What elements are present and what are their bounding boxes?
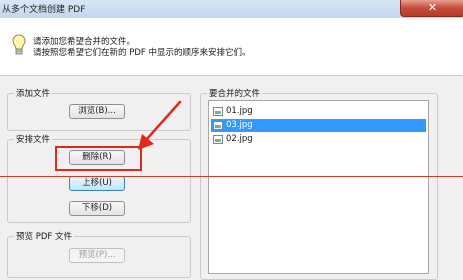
title-bar: 从多个文档创建 PDF ✕	[0, 0, 463, 19]
files-to-merge-label: 要合并的文件	[207, 87, 263, 99]
preview-label: 预览 PDF 文件	[14, 230, 74, 242]
list-item[interactable]: 01.jpg	[211, 105, 426, 118]
image-file-icon	[213, 121, 223, 130]
annotation-highlight-box	[55, 146, 142, 171]
list-item[interactable]: 02.jpg	[211, 133, 426, 146]
list-item[interactable]: 03.jpg	[211, 119, 426, 132]
image-file-icon	[213, 107, 223, 116]
add-files-label: 添加文件	[14, 87, 53, 99]
info-panel: 请添加您希望合并的文件。 请按照您希望它们在新的 PDF 中显示的顺序来安排它们…	[0, 18, 463, 76]
browse-button[interactable]: 浏览(B)...	[69, 104, 125, 119]
preview-button[interactable]: 预览(P)...	[69, 248, 125, 263]
info-text-line2: 请按照您希望它们在新的 PDF 中显示的顺序来安排它们。	[33, 48, 251, 58]
window-title: 从多个文档创建 PDF	[2, 5, 86, 15]
file-name: 03.jpg	[226, 120, 253, 130]
annotation-line	[0, 176, 463, 177]
annotation-arrow	[138, 100, 182, 150]
move-down-button[interactable]: 下移(D)	[69, 201, 125, 216]
lightbulb-icon	[12, 34, 26, 55]
close-icon: ✕	[427, 1, 438, 14]
close-button[interactable]: ✕	[400, 0, 463, 17]
file-name: 01.jpg	[226, 106, 253, 116]
move-up-button[interactable]: 上移(U)	[69, 176, 125, 191]
arrange-files-label: 安排文件	[14, 133, 53, 145]
file-name: 02.jpg	[226, 134, 253, 144]
image-file-icon	[213, 135, 223, 144]
file-list[interactable]: 01.jpg 03.jpg 02.jpg	[208, 100, 429, 274]
